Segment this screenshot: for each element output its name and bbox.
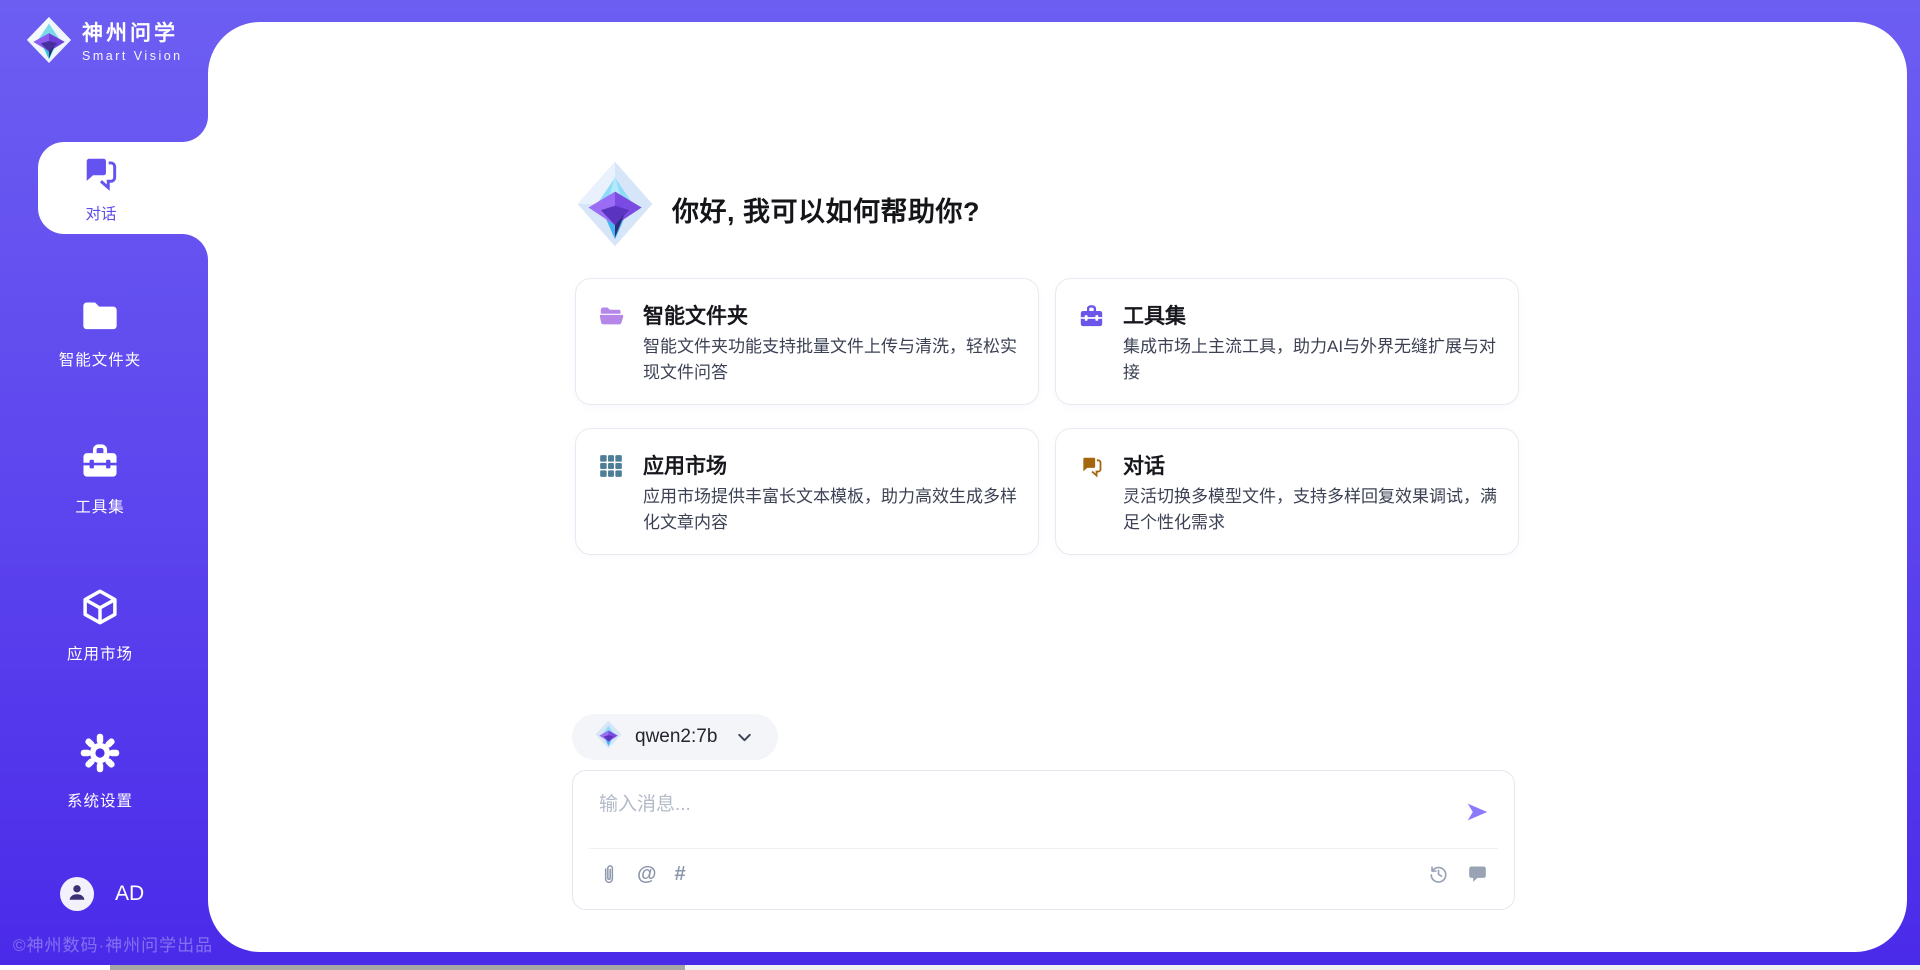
brand-diamond-icon: [595, 720, 622, 754]
chat-bubble-button[interactable]: [1465, 861, 1490, 886]
chevron-down-icon: [736, 729, 753, 746]
app: 神州问学 Smart Vision 对话 智能文件夹: [0, 0, 1920, 970]
card-title: 应用市场: [643, 450, 727, 480]
card-description: 应用市场提供丰富长文本模板，助力高效生成多样化文章内容: [643, 484, 1023, 536]
scrollbar-gap: [0, 965, 110, 970]
sidebar-item-settings[interactable]: 系统设置: [0, 731, 200, 811]
card-title: 工具集: [1123, 300, 1186, 330]
sidebar-item-label: 工具集: [75, 495, 125, 517]
card-chat[interactable]: 对话 灵活切换多模型文件，支持多样回复效果调试，满足个性化需求: [1055, 428, 1519, 555]
sidebar-item-app-market[interactable]: 应用市场: [0, 586, 200, 664]
brand-name: 神州问学: [82, 22, 183, 46]
at-icon: @: [637, 863, 657, 885]
toolbox-icon: [1078, 303, 1105, 330]
user-initials: AD: [115, 882, 144, 906]
card-description: 灵活切换多模型文件，支持多样回复效果调试，满足个性化需求: [1123, 484, 1503, 536]
composer: @ #: [572, 770, 1515, 910]
folder-open-icon: [598, 303, 625, 330]
user-chip[interactable]: AD: [60, 877, 144, 911]
model-selector[interactable]: qwen2:7b: [572, 714, 778, 760]
sidebar-item-smart-folder[interactable]: 智能文件夹: [0, 296, 200, 370]
hash-icon: #: [675, 863, 686, 885]
send-button[interactable]: [1464, 799, 1490, 825]
card-description: 智能文件夹功能支持批量文件上传与清洗，轻松实现文件问答: [643, 334, 1023, 386]
sidebar-footer: ©神州数码·神州问学出品: [13, 931, 213, 956]
folder-icon: [80, 296, 120, 339]
horizontal-scrollbar: [0, 965, 1920, 970]
brand: 神州问学 Smart Vision: [26, 16, 183, 69]
scrollbar-thumb[interactable]: [110, 965, 685, 970]
history-button[interactable]: [1426, 861, 1451, 886]
card-title: 对话: [1123, 450, 1165, 480]
cube-icon: [79, 586, 121, 633]
sidebar-item-label: 智能文件夹: [59, 348, 142, 370]
sidebar-item-chat[interactable]: 对话: [38, 142, 208, 234]
tab-fillet-top: [182, 116, 208, 142]
sidebar-item-label: 系统设置: [67, 789, 133, 811]
card-app-market[interactable]: 应用市场 应用市场提供丰富长文本模板，助力高效生成多样化文章内容: [575, 428, 1039, 555]
tab-fillet-bottom: [182, 234, 208, 260]
message-input[interactable]: [597, 787, 1441, 843]
greeting-diamond-icon: [576, 160, 654, 253]
composer-divider: [589, 848, 1498, 849]
chat-icon: [1078, 453, 1105, 480]
sidebar-item-label: 应用市场: [67, 642, 133, 664]
toolbox-icon: [79, 441, 121, 486]
sidebar-item-toolset[interactable]: 工具集: [0, 441, 200, 517]
topic-button[interactable]: #: [673, 862, 688, 886]
avatar: [60, 877, 94, 911]
card-title: 智能文件夹: [643, 300, 748, 330]
send-icon: [1464, 813, 1490, 828]
model-name: qwen2:7b: [635, 726, 717, 748]
attach-button[interactable]: [597, 861, 621, 887]
brand-diamond-icon: [26, 16, 72, 69]
person-icon: [66, 881, 88, 908]
mention-button[interactable]: @: [635, 862, 659, 886]
chat-bubble-icon: [1467, 868, 1488, 889]
paperclip-icon: [599, 869, 619, 890]
sidebar-item-label: 对话: [38, 202, 164, 224]
grid-icon: [598, 453, 625, 480]
page-title: 你好, 我可以如何帮助你?: [672, 190, 980, 229]
card-toolset[interactable]: 工具集 集成市场上主流工具，助力AI与外界无缝扩展与对接: [1055, 278, 1519, 405]
chat-icon: [78, 151, 122, 200]
card-smart-folder[interactable]: 智能文件夹 智能文件夹功能支持批量文件上传与清洗，轻松实现文件问答: [575, 278, 1039, 405]
history-icon: [1428, 868, 1449, 889]
gear-icon: [78, 731, 122, 780]
card-description: 集成市场上主流工具，助力AI与外界无缝扩展与对接: [1123, 334, 1503, 386]
brand-subtitle: Smart Vision: [82, 49, 183, 63]
